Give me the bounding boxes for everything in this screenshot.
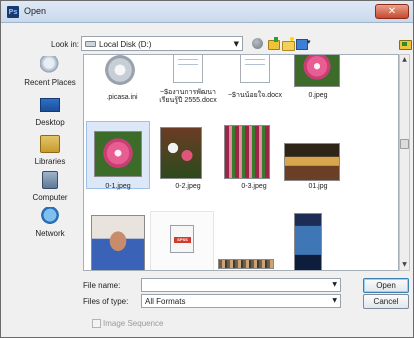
place-label: Desktop — [35, 118, 65, 127]
document-icon — [240, 55, 270, 83]
view-menu-button[interactable] — [295, 37, 315, 51]
network-icon — [40, 207, 60, 225]
image-thumbnail — [94, 131, 142, 177]
file-list[interactable]: .picasa.ini ~$องานการพัฒนา เรียนรู้ปี 25… — [83, 54, 399, 271]
photoshop-app-icon: Ps — [7, 6, 19, 18]
file-item[interactable]: 0.jpeg — [286, 55, 350, 103]
place-recent[interactable]: Recent Places — [19, 56, 81, 92]
chevron-down-icon: ▼ — [332, 281, 337, 288]
open-button[interactable]: Open — [363, 278, 409, 293]
file-item[interactable] — [286, 211, 350, 270]
file-item-selected[interactable]: 0-1.jpeg — [86, 121, 150, 199]
file-name: 0.jpeg — [308, 92, 328, 99]
look-in-value: Local Disk (D:) — [99, 40, 152, 49]
file-name: 0-1.jpeg — [105, 183, 131, 190]
place-label: Computer — [32, 193, 68, 202]
libraries-icon — [40, 135, 60, 153]
look-in-combo[interactable]: Local Disk (D:) ▼ — [81, 36, 243, 51]
file-item[interactable] — [86, 211, 150, 270]
place-label: Recent Places — [24, 78, 76, 87]
title-bar: Ps Open ✕ — [1, 1, 413, 23]
scroll-thumb[interactable] — [400, 139, 409, 149]
image-sequence-checkbox[interactable] — [92, 319, 101, 328]
window-title: Open — [24, 6, 47, 16]
spss-label: SPSS — [174, 237, 191, 243]
cancel-button[interactable]: Cancel — [363, 294, 409, 309]
image-thumbnail — [294, 55, 340, 87]
scroll-down-icon[interactable]: ▼ — [400, 260, 409, 270]
back-button[interactable] — [251, 37, 265, 51]
image-sequence-label: Image Sequence — [103, 319, 164, 328]
file-item[interactable]: ~$านน้อยใจ.docx — [223, 55, 287, 103]
desktop-icon — [40, 98, 60, 112]
file-name: 0-2.jpeg — [175, 183, 201, 190]
file-name: ~$องานการพัฒนา เรียนรู้ปี 2555.docx — [159, 89, 217, 104]
places-bar: Recent Places Desktop Libraries Computer… — [19, 54, 81, 274]
folder-action-button[interactable] — [398, 37, 412, 51]
document-icon — [173, 55, 203, 83]
image-thumbnail — [218, 259, 274, 269]
place-label: Network — [35, 229, 65, 238]
chevron-down-icon: ▼ — [233, 40, 239, 48]
place-label: Libraries — [34, 157, 66, 166]
place-libraries[interactable]: Libraries — [19, 135, 81, 171]
image-thumbnail — [284, 143, 340, 181]
close-button[interactable]: ✕ — [375, 4, 409, 19]
scroll-up-icon[interactable]: ▲ — [400, 55, 409, 65]
place-computer[interactable]: Computer — [19, 171, 81, 207]
image-thumbnail — [91, 215, 145, 270]
spss-file-icon: SPSS — [170, 225, 194, 253]
image-thumbnail — [224, 125, 270, 179]
file-item[interactable]: 0-3.jpeg — [222, 121, 286, 199]
settings-file-icon — [105, 55, 135, 85]
files-of-type-select[interactable]: All Formats ▼ — [141, 294, 341, 308]
file-item[interactable]: 01.jpg — [284, 121, 350, 199]
file-name-input[interactable]: ▼ — [141, 278, 341, 292]
file-name: .picasa.ini — [106, 94, 138, 101]
files-of-type-value: All Formats — [145, 297, 186, 306]
open-dialog: Ps Open ✕ Look in: Local Disk (D:) ▼ Rec… — [0, 0, 414, 338]
file-item[interactable]: 0-2.jpeg — [156, 121, 220, 199]
file-item[interactable] — [218, 211, 282, 270]
place-desktop[interactable]: Desktop — [19, 96, 81, 132]
new-folder-button[interactable] — [281, 37, 295, 51]
look-in-label: Look in: — [51, 40, 80, 49]
up-folder-button[interactable] — [266, 37, 280, 51]
file-item[interactable]: SPSS — [150, 211, 214, 270]
vertical-scrollbar[interactable]: ▲ ▼ — [399, 54, 410, 271]
image-thumbnail — [160, 127, 202, 179]
file-item[interactable]: ~$องานการพัฒนา เรียนรู้ปี 2555.docx — [156, 55, 220, 113]
computer-icon — [42, 171, 58, 189]
file-item[interactable]: .picasa.ini — [90, 55, 154, 103]
drive-icon — [85, 41, 96, 47]
chevron-down-icon: ▼ — [332, 297, 337, 304]
files-of-type-label: Files of type: — [83, 297, 129, 306]
place-network[interactable]: Network — [19, 207, 81, 243]
file-name: 01.jpg — [308, 183, 328, 190]
recent-places-icon — [40, 56, 60, 74]
file-name-label: File name: — [83, 281, 121, 290]
image-thumbnail — [294, 213, 322, 270]
